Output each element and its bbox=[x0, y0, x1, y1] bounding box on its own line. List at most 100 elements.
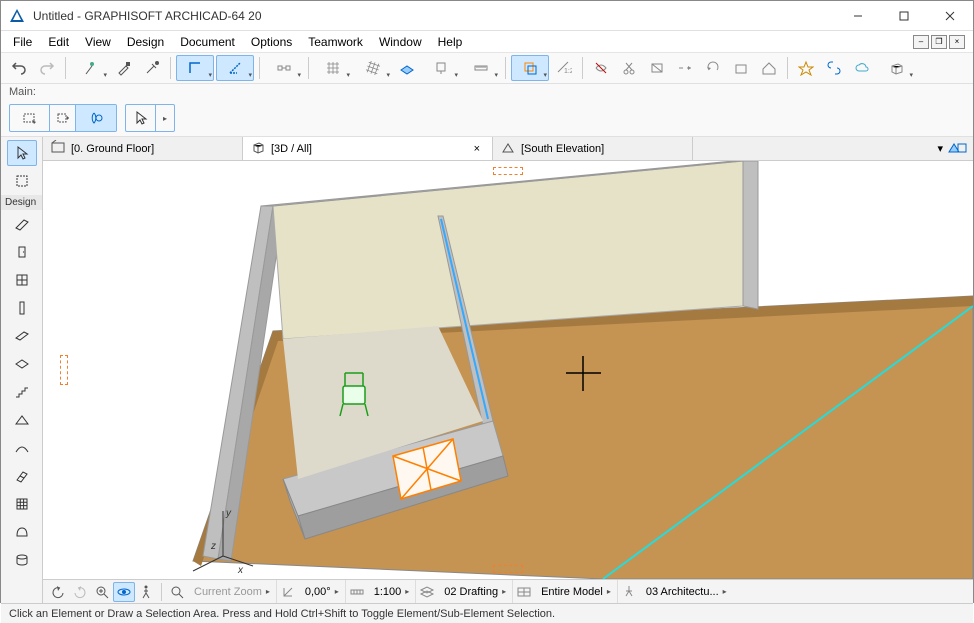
redo-button[interactable] bbox=[34, 55, 60, 81]
move-button[interactable] bbox=[672, 55, 698, 81]
menu-teamwork[interactable]: Teamwork bbox=[300, 33, 371, 51]
tab-3d[interactable]: [3D / All] × bbox=[243, 137, 493, 160]
window-title: Untitled - GRAPHISOFT ARCHICAD-64 20 bbox=[33, 9, 835, 23]
close-button[interactable] bbox=[927, 1, 973, 31]
fit-button[interactable] bbox=[166, 582, 188, 602]
svg-text:x: x bbox=[237, 565, 244, 576]
minimize-button[interactable] bbox=[835, 1, 881, 31]
status-message: Click an Element or Draw a Selection Are… bbox=[9, 608, 555, 620]
cut-button[interactable] bbox=[616, 55, 642, 81]
view-tabbar: [0. Ground Floor] [3D / All] × [South El… bbox=[43, 137, 973, 161]
navigator-icon[interactable] bbox=[947, 140, 967, 157]
doc-restore-button[interactable]: ❐ bbox=[931, 35, 947, 49]
morph-tool[interactable] bbox=[7, 519, 37, 545]
zoom-undo-button[interactable] bbox=[47, 582, 69, 602]
menu-document[interactable]: Document bbox=[172, 33, 243, 51]
main-area: Design [0. Ground Floor] [3D / All] × bbox=[1, 137, 973, 603]
eyedropper-button[interactable] bbox=[111, 55, 137, 81]
tab-close-button[interactable]: × bbox=[470, 143, 484, 155]
gravity-button[interactable]: ▾ bbox=[422, 55, 460, 81]
menu-design[interactable]: Design bbox=[119, 33, 172, 51]
walk-button[interactable] bbox=[135, 582, 157, 602]
box-button[interactable]: ▾ bbox=[877, 55, 915, 81]
maximize-button[interactable] bbox=[881, 1, 927, 31]
guideline-orthogonal-button[interactable]: ▾ bbox=[176, 55, 214, 81]
slab-tool[interactable] bbox=[7, 351, 37, 377]
layer-combo-dropdown[interactable]: 02 Drafting▸ bbox=[438, 580, 513, 603]
skylight-tool[interactable] bbox=[7, 463, 37, 489]
guideline-relative-button[interactable]: ▾ bbox=[216, 55, 254, 81]
orbit-button[interactable] bbox=[113, 582, 135, 602]
menubar: File Edit View Design Document Options T… bbox=[1, 31, 973, 53]
editing-plane-button[interactable] bbox=[394, 55, 420, 81]
svg-text:z: z bbox=[210, 541, 216, 552]
stair-tool[interactable] bbox=[7, 379, 37, 405]
favorites-button[interactable] bbox=[793, 55, 819, 81]
show-hide-button[interactable] bbox=[644, 55, 670, 81]
menu-help[interactable]: Help bbox=[430, 33, 471, 51]
menu-view[interactable]: View bbox=[77, 33, 119, 51]
dimension-icon bbox=[618, 582, 640, 602]
door-tool[interactable] bbox=[7, 239, 37, 265]
grid-rotate-button[interactable]: ▾ bbox=[354, 55, 392, 81]
trace-reference-button[interactable]: ▾ bbox=[511, 55, 549, 81]
doc-close-button[interactable]: × bbox=[949, 35, 965, 49]
arrow-tool[interactable] bbox=[7, 140, 37, 166]
archicad-app-icon bbox=[9, 8, 25, 24]
doc-window-controls: – ❐ × bbox=[913, 35, 969, 49]
main-toolbar: ▾ ▾ ▾ ▾ ▾ ▾ ▾ ▾ ▾ 1:2 ▾ bbox=[1, 53, 973, 84]
ruler-button[interactable]: ▾ bbox=[462, 55, 500, 81]
window-tool[interactable] bbox=[7, 267, 37, 293]
marquee-tool[interactable] bbox=[7, 168, 37, 194]
menu-edit[interactable]: Edit bbox=[40, 33, 77, 51]
quick-select-button[interactable] bbox=[76, 105, 116, 131]
grid-button[interactable]: ▾ bbox=[314, 55, 352, 81]
zoom-redo-button[interactable] bbox=[69, 582, 91, 602]
viewport-handle-bottom[interactable] bbox=[493, 565, 523, 573]
model-view-dropdown[interactable]: Entire Model▸ bbox=[535, 580, 618, 603]
angle-display[interactable]: 0,00°▸ bbox=[299, 580, 346, 603]
zoom-button[interactable] bbox=[91, 582, 113, 602]
roof-tool[interactable] bbox=[7, 407, 37, 433]
tab-overflow-button[interactable]: ▾ bbox=[937, 142, 943, 155]
3d-viewport[interactable]: y z x bbox=[43, 161, 973, 579]
home-view-button[interactable] bbox=[728, 55, 754, 81]
curtain-wall-tool[interactable] bbox=[7, 491, 37, 517]
tab-south-elevation[interactable]: [South Elevation] bbox=[493, 137, 693, 160]
dimension-dropdown[interactable]: 03 Architectu...▸ bbox=[640, 580, 733, 603]
undo-button[interactable] bbox=[6, 55, 32, 81]
design-section-label: Design bbox=[1, 195, 42, 210]
arrow-dropdown[interactable]: ▸ bbox=[156, 105, 174, 131]
link-button[interactable] bbox=[821, 55, 847, 81]
rotate-button[interactable] bbox=[700, 55, 726, 81]
shell-tool[interactable] bbox=[7, 435, 37, 461]
inject-button[interactable] bbox=[139, 55, 165, 81]
viewport-column: [0. Ground Floor] [3D / All] × [South El… bbox=[43, 137, 973, 603]
object-tool[interactable] bbox=[7, 547, 37, 573]
menu-window[interactable]: Window bbox=[371, 33, 430, 51]
wall-tool[interactable] bbox=[7, 211, 37, 237]
cube-icon bbox=[251, 140, 265, 157]
scale-dropdown[interactable]: 1:100▸ bbox=[368, 580, 417, 603]
pick-tool-button[interactable]: ▾ bbox=[71, 55, 109, 81]
tab-ground-floor[interactable]: [0. Ground Floor] bbox=[43, 137, 243, 160]
viewport-handle-left[interactable] bbox=[60, 355, 68, 385]
viewport-handle-top[interactable] bbox=[493, 167, 523, 175]
menu-options[interactable]: Options bbox=[243, 33, 300, 51]
beam-tool[interactable] bbox=[7, 323, 37, 349]
gable-button[interactable] bbox=[756, 55, 782, 81]
direction-select-button[interactable] bbox=[50, 105, 76, 131]
column-tool[interactable] bbox=[7, 295, 37, 321]
doc-minimize-button[interactable]: – bbox=[913, 35, 929, 49]
orientation-button[interactable] bbox=[277, 582, 299, 602]
snap-button[interactable]: ▾ bbox=[265, 55, 303, 81]
partial-select-button[interactable] bbox=[10, 105, 50, 131]
measure-button[interactable]: 1:2 bbox=[551, 55, 577, 81]
status-bar: Click an Element or Draw a Selection Are… bbox=[1, 603, 973, 623]
suspend-groups-button[interactable] bbox=[588, 55, 614, 81]
arrow-group: ▸ bbox=[125, 104, 175, 132]
zoom-preset-dropdown[interactable]: Current Zoom▸ bbox=[188, 580, 277, 603]
cloud-button[interactable] bbox=[849, 55, 875, 81]
arrow-button[interactable] bbox=[126, 105, 156, 131]
menu-file[interactable]: File bbox=[5, 33, 40, 51]
